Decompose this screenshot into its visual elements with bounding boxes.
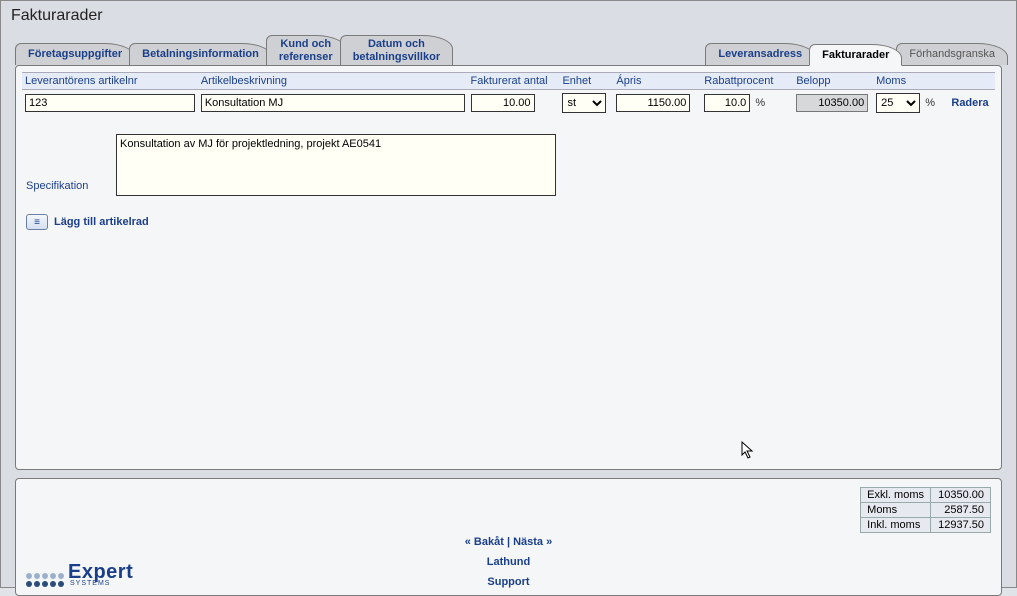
nav-back-link[interactable]: « Bakåt [465, 536, 504, 548]
unit-select[interactable]: st [562, 93, 606, 113]
cursor-icon [741, 441, 757, 461]
col-price: Ápris [613, 75, 701, 87]
logo-dots-icon [26, 573, 64, 587]
col-amount: Belopp [793, 75, 873, 87]
discount-input[interactable] [704, 94, 750, 112]
total-vat-value: 2587.50 [931, 503, 991, 518]
col-delete [945, 75, 995, 87]
tab-preview[interactable]: Förhandsgranska [896, 43, 1008, 65]
totals-table: Exkl. moms 10350.00 Moms 2587.50 Inkl. m… [860, 487, 991, 533]
total-vat-label: Moms [861, 503, 931, 518]
delete-line-link[interactable]: Radera [951, 97, 988, 109]
tab-payment-info[interactable]: Betalningsinformation [129, 43, 272, 65]
footer-nav: « Bakåt | Nästa » Lathund Support [26, 533, 991, 592]
tab-date-terms[interactable]: Datum och betalningsvillkor [340, 35, 453, 65]
discount-pct-label: % [753, 97, 765, 109]
col-article-no: Leverantörens artikelnr [22, 75, 198, 87]
tab-company[interactable]: Företagsuppgifter [15, 43, 135, 65]
col-discount: Rabattprocent [701, 75, 793, 87]
price-input[interactable] [616, 94, 690, 112]
grid-header: Leverantörens artikelnr Artikelbeskrivni… [22, 72, 995, 90]
add-line-label: Lägg till artikelrad [54, 216, 149, 228]
col-vat: Moms [873, 75, 945, 87]
total-excl-label: Exkl. moms [861, 488, 931, 503]
add-line-icon: ≡ [26, 214, 48, 230]
page-title: Fakturarader [1, 1, 1016, 29]
description-input[interactable] [201, 94, 465, 112]
total-excl-value: 10350.00 [931, 488, 991, 503]
logo-brand-text: Expert [68, 562, 133, 582]
col-unit: Enhet [559, 75, 613, 87]
qty-input[interactable] [471, 94, 535, 112]
nav-next-link[interactable]: Nästa » [513, 536, 552, 548]
specification-label: Specifikation [26, 180, 116, 196]
nav-help-link[interactable]: Lathund [487, 556, 530, 568]
col-description: Artikelbeskrivning [198, 75, 468, 87]
brand-logo: Expert SYSTEMS [26, 562, 133, 587]
add-line-button[interactable]: ≡ Lägg till artikelrad [26, 214, 995, 230]
article-no-input[interactable] [25, 94, 195, 112]
nav-support-link[interactable]: Support [487, 576, 529, 588]
vat-pct-label: % [923, 97, 935, 109]
tab-invoice-lines[interactable]: Fakturarader [809, 44, 902, 67]
total-incl-label: Inkl. moms [861, 518, 931, 533]
invoice-line-row: st % 25 % Radera [22, 90, 995, 116]
tab-spacer [447, 43, 711, 65]
tab-delivery-address[interactable]: Leveransadress [705, 43, 815, 65]
tab-bar: Företagsuppgifter Betalningsinformation … [1, 29, 1016, 65]
total-incl-value: 12937.50 [931, 518, 991, 533]
tab-customer-refs[interactable]: Kund och referenser [266, 35, 346, 65]
amount-output [796, 94, 868, 112]
specification-textarea[interactable]: Konsultation av MJ för projektledning, p… [116, 134, 556, 196]
vat-select[interactable]: 25 [876, 93, 920, 113]
invoice-lines-panel: Leverantörens artikelnr Artikelbeskrivni… [15, 65, 1002, 470]
footer-panel: Exkl. moms 10350.00 Moms 2587.50 Inkl. m… [15, 478, 1002, 596]
specification-row: Specifikation Konsultation av MJ för pro… [26, 134, 995, 196]
col-qty: Fakturerat antal [468, 75, 560, 87]
nav-sep: | [504, 536, 513, 548]
